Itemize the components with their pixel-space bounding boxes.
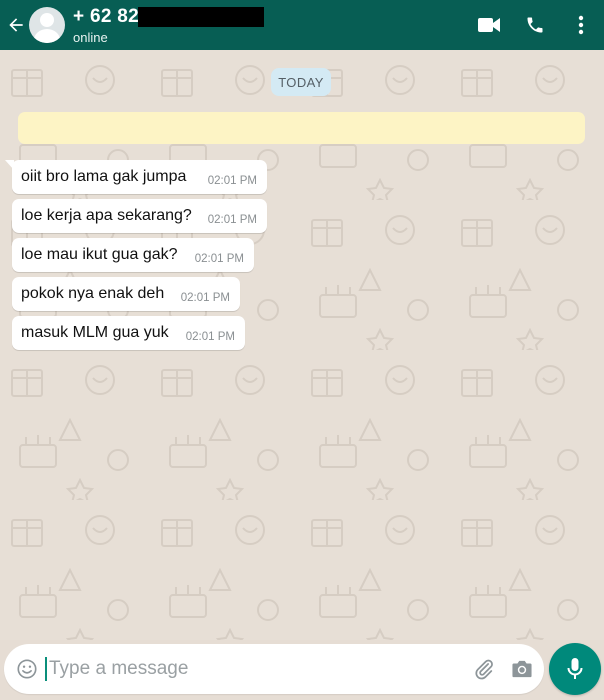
message-bubble[interactable]: masuk MLM gua yuk 02:01 PM bbox=[12, 316, 245, 350]
redaction-bar bbox=[138, 6, 265, 27]
message-composer bbox=[4, 644, 544, 694]
message-input[interactable] bbox=[47, 649, 437, 689]
chat-header: + 62 82 online bbox=[0, 0, 604, 50]
avatar[interactable] bbox=[29, 7, 65, 43]
avatar-body bbox=[34, 29, 60, 43]
more-options-button[interactable] bbox=[558, 0, 604, 50]
paperclip-icon bbox=[475, 659, 493, 680]
message-bubble[interactable]: loe mau ikut gua gak? 02:01 PM bbox=[12, 238, 254, 272]
encryption-notice[interactable] bbox=[18, 112, 585, 144]
message-text: loe kerja apa sekarang? bbox=[21, 207, 192, 224]
more-vert-icon bbox=[578, 15, 584, 35]
message-time: 02:01 PM bbox=[194, 253, 244, 265]
contact-info[interactable]: + 62 82 online bbox=[73, 5, 265, 45]
emoji-button[interactable] bbox=[6, 644, 48, 694]
message-time: 02:01 PM bbox=[180, 292, 230, 304]
header-actions bbox=[466, 0, 604, 50]
message-time: 02:01 PM bbox=[207, 214, 257, 226]
camera-button[interactable] bbox=[504, 644, 540, 694]
message-text: masuk MLM gua yuk bbox=[21, 324, 169, 341]
message-text: loe mau ikut gua gak? bbox=[21, 246, 178, 263]
message-text: pokok nya enak deh bbox=[21, 285, 165, 302]
emoji-icon bbox=[17, 659, 37, 679]
contact-name-row: + 62 82 bbox=[73, 5, 265, 28]
video-call-button[interactable] bbox=[466, 0, 512, 50]
mic-icon bbox=[567, 658, 583, 679]
message-bubble[interactable]: pokok nya enak deh 02:01 PM bbox=[12, 277, 240, 311]
attach-button[interactable] bbox=[466, 644, 502, 694]
video-call-icon bbox=[478, 18, 500, 32]
voice-call-button[interactable] bbox=[512, 0, 558, 50]
contact-status: online bbox=[73, 29, 108, 45]
avatar-icon bbox=[40, 13, 54, 27]
date-label: TODAY bbox=[271, 68, 331, 96]
bubble-tail bbox=[5, 160, 14, 170]
message-bubble[interactable]: loe kerja apa sekarang? 02:01 PM bbox=[12, 199, 267, 233]
phone-icon bbox=[527, 17, 543, 33]
voice-message-button[interactable] bbox=[549, 643, 601, 695]
chat-area[interactable]: TODAY oiit bro lama gak jumpa 02:01 PM l… bbox=[0, 50, 604, 640]
message-time: 02:01 PM bbox=[185, 331, 235, 343]
back-arrow-icon bbox=[9, 18, 23, 32]
message-time: 02:01 PM bbox=[207, 175, 257, 187]
camera-icon bbox=[512, 660, 532, 678]
contact-name: + 62 82 bbox=[73, 5, 140, 27]
message-bubble[interactable]: oiit bro lama gak jumpa 02:01 PM bbox=[5, 160, 267, 194]
back-button[interactable] bbox=[3, 0, 29, 50]
message-text: oiit bro lama gak jumpa bbox=[21, 168, 187, 185]
